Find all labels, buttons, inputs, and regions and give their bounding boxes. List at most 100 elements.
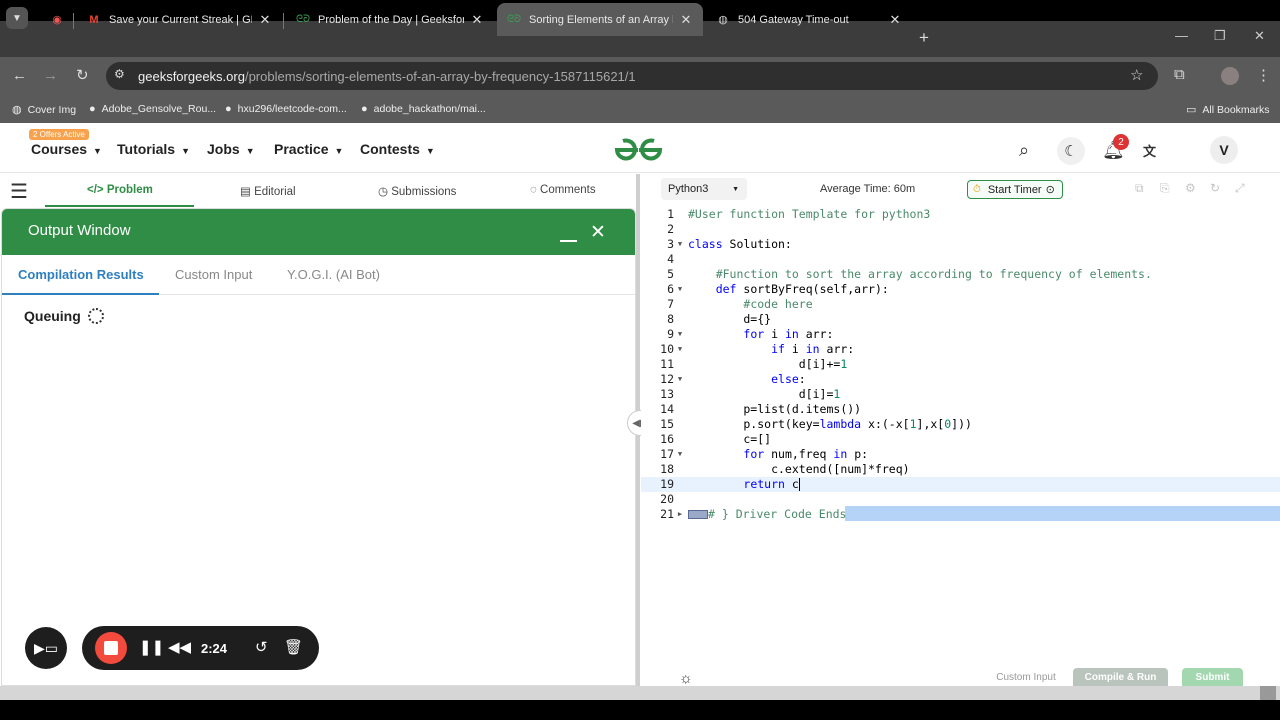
menu-contests[interactable]: Contests ▼: [360, 141, 435, 157]
start-timer-button[interactable]: ⏱ Start Timer ⊙: [967, 180, 1063, 199]
pause-icon[interactable]: ❚❚: [139, 638, 164, 656]
tab-separator: [73, 13, 74, 29]
minimize-icon[interactable]: —: [1175, 28, 1188, 43]
fold-arrow-icon[interactable]: ▼: [675, 282, 685, 297]
code-line[interactable]: 16 c=[]: [641, 432, 1280, 447]
tab-submissions[interactable]: ◷ Submissions: [378, 184, 456, 198]
bookmark-cover-img[interactable]: ◍ Cover Img: [12, 103, 76, 117]
fullscreen-icon[interactable]: ⤢: [1235, 181, 1245, 196]
search-icon[interactable]: ⌕: [1019, 140, 1029, 161]
all-bookmarks[interactable]: ▭ All Bookmarks: [1186, 103, 1270, 117]
code-line[interactable]: 1 #User function Template for python3: [641, 207, 1280, 222]
tab-editorial[interactable]: ▤ Editorial: [240, 184, 296, 198]
code-line[interactable]: 15 p.sort(key=lambda x:(-x[1],x[0])): [641, 417, 1280, 432]
close-icon[interactable]: ✕: [888, 12, 902, 28]
collapsed-block-icon[interactable]: [688, 510, 708, 519]
code-line[interactable]: 17 ▼ for num,freq in p:: [641, 447, 1280, 462]
fold-arrow-icon[interactable]: ▼: [675, 327, 685, 342]
code-line[interactable]: 19 return c: [641, 477, 1280, 492]
camera-icon[interactable]: ▶︎▭: [25, 627, 67, 669]
code-line[interactable]: 2: [641, 222, 1280, 237]
back-icon[interactable]: ←: [12, 67, 27, 84]
offers-badge[interactable]: 2 Offers Active: [29, 129, 89, 140]
tab-yogi-ai-bot[interactable]: Y.O.G.I. (AI Bot): [287, 267, 380, 282]
code-line[interactable]: 11 d[i]+=1: [641, 357, 1280, 372]
close-icon[interactable]: ✕: [590, 221, 606, 244]
tab-problem-of-day[interactable]: ᘓᘐ Problem of the Day | GeeksforGeeks ✕: [286, 3, 494, 36]
bookmark-adobe-hackathon[interactable]: ● adobe_hackathon/mai...: [361, 103, 486, 115]
hamburger-icon[interactable]: ☰: [10, 179, 28, 204]
code-line[interactable]: 12 ▼ else:: [641, 372, 1280, 387]
restore-icon[interactable]: ❐: [1214, 28, 1226, 44]
close-icon[interactable]: ✕: [258, 12, 272, 28]
fold-arrow-icon[interactable]: ▶: [675, 507, 685, 522]
code-line[interactable]: 4: [641, 252, 1280, 267]
url-text[interactable]: geeksforgeeks.org/problems/sorting-eleme…: [138, 69, 636, 84]
code-text: #code here: [743, 297, 813, 311]
language-select[interactable]: Python3 ▼: [661, 178, 747, 200]
fold-arrow-icon[interactable]: ▼: [675, 372, 685, 387]
delete-icon[interactable]: 🗑︎: [284, 638, 303, 656]
copy-icon[interactable]: ⧉: [1135, 181, 1144, 196]
comment-icon: ◌: [530, 184, 541, 196]
close-icon[interactable]: ✕: [470, 12, 484, 28]
recording-time: 2:24: [201, 641, 228, 656]
tab-streak[interactable]: M Save your Current Streak | GFG PO ✕: [77, 3, 282, 36]
custom-input-button[interactable]: Custom Input: [990, 668, 1062, 686]
code-line[interactable]: 6 ▼ def sortByFreq(self,arr):: [641, 282, 1280, 297]
theme-toggle-icon[interactable]: ☼: [679, 670, 693, 687]
code-line[interactable]: 10 ▼ if i in arr:: [641, 342, 1280, 357]
menu-courses[interactable]: Courses ▼: [31, 141, 102, 157]
site-info-icon[interactable]: ⚙: [114, 67, 125, 81]
translate-icon[interactable]: 文: [1143, 141, 1156, 160]
extensions-icon[interactable]: ⧉: [1174, 66, 1185, 83]
dark-mode-icon[interactable]: ☾: [1057, 137, 1085, 165]
menu-jobs[interactable]: Jobs ▼: [207, 141, 255, 157]
rewind-icon[interactable]: ◀◀: [168, 638, 191, 656]
profile-icon[interactable]: [1221, 67, 1239, 85]
avatar[interactable]: V: [1210, 136, 1238, 164]
minimize-icon[interactable]: [560, 240, 577, 242]
more-icon[interactable]: ⋮: [1256, 66, 1271, 84]
submit-button[interactable]: Submit: [1182, 668, 1243, 686]
tab-custom-input[interactable]: Custom Input: [175, 267, 252, 282]
code-line[interactable]: 8 d={}: [641, 312, 1280, 327]
tab-comments[interactable]: ◌ Comments: [530, 184, 596, 196]
tab-problem[interactable]: </> Problem: [87, 184, 153, 196]
forward-icon[interactable]: →: [43, 67, 58, 84]
restart-icon[interactable]: ↺: [255, 638, 268, 656]
code-line[interactable]: 14 p=list(d.items()): [641, 402, 1280, 417]
bookmark-adobe-gensolve[interactable]: ● Adobe_Gensolve_Rou...: [89, 103, 216, 115]
menu-practice[interactable]: Practice ▼: [274, 141, 343, 157]
code-line[interactable]: 9 ▼ for i in arr:: [641, 327, 1280, 342]
code-line[interactable]: 20: [641, 492, 1280, 507]
horizontal-scrollbar[interactable]: [0, 686, 1280, 700]
scrollbar-thumb[interactable]: [1260, 686, 1276, 700]
reload-icon[interactable]: ↻: [76, 66, 89, 84]
tab-search-icon[interactable]: ▼: [6, 7, 28, 29]
paste-icon[interactable]: ⎘: [1160, 181, 1170, 196]
code-line[interactable]: 21 ▶ # } Driver Code Ends: [641, 507, 1280, 522]
code-line[interactable]: 5 #Function to sort the array according …: [641, 267, 1280, 282]
code-line[interactable]: 13 d[i]=1: [641, 387, 1280, 402]
settings-icon[interactable]: ⚙: [1185, 181, 1196, 195]
bookmark-leetcode[interactable]: ● hxu296/leetcode-com...: [225, 103, 347, 115]
menu-tutorials[interactable]: Tutorials ▼: [117, 141, 190, 157]
fold-arrow-icon[interactable]: ▼: [675, 342, 685, 357]
bookmark-star-icon[interactable]: ☆: [1130, 66, 1143, 84]
code-line[interactable]: 3 ▼ class Solution:: [641, 237, 1280, 252]
code-line[interactable]: 18 c.extend([num]*freq): [641, 462, 1280, 477]
gfg-logo[interactable]: [611, 137, 666, 163]
tab-sorting-elements[interactable]: ᘓᘐ Sorting Elements of an Array by Fr ✕: [497, 3, 703, 36]
fold-arrow-icon[interactable]: ▼: [675, 237, 685, 252]
tab-compilation-results[interactable]: Compilation Results: [18, 267, 144, 282]
new-tab-button[interactable]: +: [919, 28, 929, 48]
tab-gateway-timeout[interactable]: ◍ 504 Gateway Time-out ✕: [706, 3, 912, 36]
fold-arrow-icon[interactable]: ▼: [675, 447, 685, 462]
window-close-icon[interactable]: ✕: [1254, 28, 1265, 44]
compile-run-button[interactable]: Compile & Run: [1073, 668, 1168, 686]
code-line[interactable]: 7 #code here: [641, 297, 1280, 312]
chevron-down-icon: ▼: [245, 146, 255, 156]
reset-icon[interactable]: ↻: [1210, 181, 1220, 195]
close-icon[interactable]: ✕: [679, 12, 693, 28]
